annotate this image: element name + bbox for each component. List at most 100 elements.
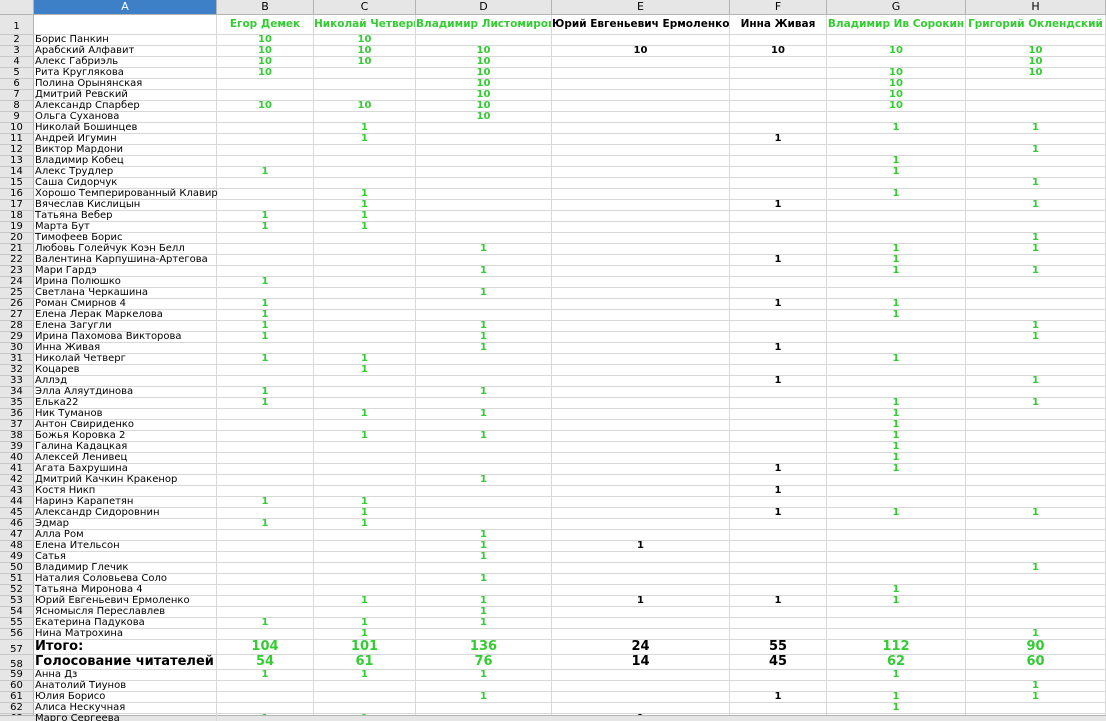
vote-cell[interactable]	[416, 277, 552, 288]
vote-cell[interactable]	[552, 508, 730, 519]
vote-cell[interactable]	[730, 365, 827, 376]
row-header[interactable]: 50	[0, 563, 34, 574]
vote-cell[interactable]	[314, 321, 416, 332]
vote-cell[interactable]	[966, 607, 1106, 618]
vote-cell[interactable]	[314, 442, 416, 453]
vote-cell[interactable]	[730, 167, 827, 178]
vote-cell[interactable]	[314, 692, 416, 703]
vote-cell[interactable]	[552, 233, 730, 244]
vote-cell[interactable]	[966, 530, 1106, 541]
vote-cell[interactable]	[827, 211, 966, 222]
vote-cell[interactable]	[416, 497, 552, 508]
row-header[interactable]: 62	[0, 703, 34, 714]
vote-cell[interactable]	[730, 442, 827, 453]
vote-cell[interactable]	[217, 475, 314, 486]
vote-cell[interactable]	[314, 90, 416, 101]
row-header[interactable]: 41	[0, 464, 34, 475]
vote-cell[interactable]	[966, 255, 1106, 266]
vote-cell[interactable]	[552, 442, 730, 453]
vote-cell[interactable]: 1	[416, 288, 552, 299]
vote-cell[interactable]	[416, 442, 552, 453]
vote-cell[interactable]: 14	[552, 655, 730, 670]
vote-cell[interactable]: 10	[416, 90, 552, 101]
vote-cell[interactable]	[730, 57, 827, 68]
vote-cell[interactable]	[827, 475, 966, 486]
vote-cell[interactable]	[827, 332, 966, 343]
vote-cell[interactable]	[314, 255, 416, 266]
vote-cell[interactable]	[217, 464, 314, 475]
vote-cell[interactable]: 1	[827, 255, 966, 266]
vote-cell[interactable]	[827, 519, 966, 530]
vote-cell[interactable]: 10	[552, 46, 730, 57]
column-header-f[interactable]: F	[730, 0, 827, 15]
vote-cell[interactable]	[552, 387, 730, 398]
column-header-h[interactable]: H	[966, 0, 1106, 15]
vote-cell[interactable]	[827, 134, 966, 145]
vote-cell[interactable]: 1	[314, 596, 416, 607]
vote-cell[interactable]	[552, 79, 730, 90]
vote-cell[interactable]	[416, 178, 552, 189]
vote-cell[interactable]: 1	[966, 233, 1106, 244]
vote-cell[interactable]	[730, 68, 827, 79]
vote-cell[interactable]	[966, 222, 1106, 233]
vote-cell[interactable]: 1	[966, 145, 1106, 156]
vote-cell[interactable]	[416, 167, 552, 178]
vote-cell[interactable]: 10	[416, 57, 552, 68]
vote-cell[interactable]	[730, 629, 827, 640]
vote-cell[interactable]: 10	[314, 46, 416, 57]
vote-cell[interactable]	[314, 233, 416, 244]
vote-cell[interactable]: 101	[314, 640, 416, 655]
judge-name-cell[interactable]: Николай Четверг	[314, 15, 416, 35]
vote-cell[interactable]	[552, 310, 730, 321]
vote-cell[interactable]: 1	[827, 244, 966, 255]
vote-cell[interactable]: 55	[730, 640, 827, 655]
column-header-e[interactable]: E	[552, 0, 730, 15]
vote-cell[interactable]	[416, 486, 552, 497]
vote-cell[interactable]	[966, 541, 1106, 552]
vote-cell[interactable]	[314, 703, 416, 714]
row-header[interactable]: 44	[0, 497, 34, 508]
row-header[interactable]: 29	[0, 332, 34, 343]
vote-cell[interactable]	[827, 200, 966, 211]
vote-cell[interactable]	[730, 233, 827, 244]
vote-cell[interactable]	[314, 299, 416, 310]
vote-cell[interactable]	[552, 321, 730, 332]
vote-cell[interactable]	[552, 156, 730, 167]
vote-cell[interactable]	[416, 508, 552, 519]
vote-cell[interactable]	[314, 530, 416, 541]
vote-cell[interactable]: 1	[416, 475, 552, 486]
vote-cell[interactable]	[827, 145, 966, 156]
vote-cell[interactable]: 1	[827, 703, 966, 714]
vote-cell[interactable]: 61	[314, 655, 416, 670]
vote-cell[interactable]: 1	[217, 277, 314, 288]
row-header[interactable]: 49	[0, 552, 34, 563]
vote-cell[interactable]	[217, 508, 314, 519]
vote-cell[interactable]	[966, 310, 1106, 321]
vote-cell[interactable]	[966, 486, 1106, 497]
vote-cell[interactable]	[966, 552, 1106, 563]
row-header[interactable]: 43	[0, 486, 34, 497]
vote-cell[interactable]	[730, 145, 827, 156]
vote-cell[interactable]	[217, 541, 314, 552]
row-header[interactable]: 27	[0, 310, 34, 321]
vote-cell[interactable]	[966, 519, 1106, 530]
vote-cell[interactable]	[552, 365, 730, 376]
vote-cell[interactable]	[552, 343, 730, 354]
row-header[interactable]: 8	[0, 101, 34, 112]
row-header[interactable]: 10	[0, 123, 34, 134]
vote-cell[interactable]: 1	[314, 670, 416, 681]
row-header[interactable]: 2	[0, 35, 34, 46]
vote-cell[interactable]	[314, 574, 416, 585]
vote-cell[interactable]	[217, 596, 314, 607]
vote-cell[interactable]	[416, 134, 552, 145]
vote-cell[interactable]	[827, 607, 966, 618]
vote-cell[interactable]: 1	[827, 354, 966, 365]
vote-cell[interactable]: 1	[314, 134, 416, 145]
vote-cell[interactable]	[552, 145, 730, 156]
row-header[interactable]: 59	[0, 670, 34, 681]
vote-cell[interactable]	[827, 222, 966, 233]
vote-cell[interactable]	[314, 310, 416, 321]
vote-cell[interactable]	[730, 90, 827, 101]
vote-cell[interactable]	[552, 90, 730, 101]
vote-cell[interactable]	[730, 541, 827, 552]
